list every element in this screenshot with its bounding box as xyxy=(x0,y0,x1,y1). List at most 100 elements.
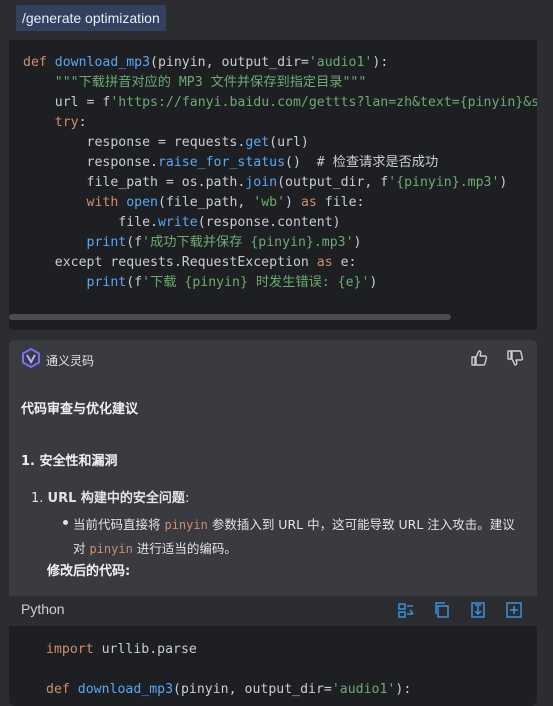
code-token: 'wb' xyxy=(253,195,286,210)
code-token: '下载 {pinyin} 时发生错误: {e}' xyxy=(142,275,370,290)
diff-icon[interactable] xyxy=(397,601,415,619)
item-number: 1. xyxy=(31,491,44,506)
code-token: ) xyxy=(285,195,301,210)
command-area: /generate optimization xyxy=(0,0,553,40)
logo-icon xyxy=(22,348,40,368)
code-line: except requests.RequestException as e: xyxy=(23,253,537,273)
code-token: """下载拼音对应的 MP3 文件并保存到指定目录""" xyxy=(54,75,367,90)
code-token: '成功下载并保存 {pinyin}.mp3' xyxy=(142,235,354,250)
code-token: url = xyxy=(23,95,103,110)
code-token: 'audio1' xyxy=(308,55,373,70)
code-line: def download_mp3(pinyin, output_dir='aud… xyxy=(46,680,411,700)
code-token: 'https://fanyi.baidu.com/gettts?lan=zh&t… xyxy=(110,95,537,110)
code-token: raise_for_status xyxy=(157,155,286,170)
bullet-text-segment: 进行适当的编码。 xyxy=(132,541,237,556)
code-line: print(f'下载 {pinyin} 时发生错误: {e}') xyxy=(23,273,537,293)
code-token: 'audio1' xyxy=(331,682,396,697)
copy-icon[interactable] xyxy=(433,601,451,619)
code-line: print(f'成功下载并保存 {pinyin}.mp3') xyxy=(23,233,537,253)
response-title: 代码审查与优化建议 xyxy=(21,402,139,417)
code-token: (url) xyxy=(269,135,309,150)
bullet-text-segment: 当前代码直接将 xyxy=(73,517,165,532)
code-token: '{pinyin}.mp3' xyxy=(388,175,500,190)
code-token: as xyxy=(300,195,325,210)
code-token: except requests.RequestException xyxy=(23,255,317,270)
code-token: join xyxy=(245,175,278,190)
assistant-response-card: 通义灵码 代码审查与优化建议 1. 安全性和漏洞 1. URL 构建中的安全问题… xyxy=(9,340,537,706)
code-token: (pinyin, output_dir= xyxy=(173,682,332,697)
code-token: print xyxy=(86,235,127,250)
code-token: ) xyxy=(353,235,362,250)
code-token: (f xyxy=(126,275,143,290)
code-line: """下载拼音对应的 MP3 文件并保存到指定目录""" xyxy=(23,73,537,93)
code-line: def download_mp3(pinyin, output_dir='aud… xyxy=(23,53,537,73)
suggested-code-block: Python import urllib.parse def download_m… xyxy=(9,596,537,706)
code-token: : xyxy=(78,115,87,130)
code-token: () # 检查请求是否成功 xyxy=(285,155,439,170)
code-token: print xyxy=(86,275,127,290)
code-token: as xyxy=(316,255,341,270)
user-code-block: def download_mp3(pinyin, output_dir='aud… xyxy=(9,40,537,330)
code-line: file_path = os.path.join(output_dir, f'{… xyxy=(23,173,537,193)
code-token: with xyxy=(86,195,127,210)
item-colon: : xyxy=(184,491,190,506)
section-heading: 1. 安全性和漏洞 xyxy=(21,454,118,469)
inline-code: pinyin xyxy=(89,542,133,556)
code-token: urllib.parse xyxy=(101,642,197,657)
thumbs-down-icon[interactable] xyxy=(505,348,525,368)
code-token: ) xyxy=(369,275,378,290)
code-token: (pinyin, output_dir= xyxy=(150,55,309,70)
code-token: try xyxy=(54,115,79,130)
code-lines: def download_mp3(pinyin, output_dir='aud… xyxy=(23,53,537,293)
code-token: (file_path, xyxy=(158,195,254,210)
code-token: write xyxy=(157,215,198,230)
code-line: import urllib.parse xyxy=(46,640,411,660)
code-lines: import urllib.parse def download_mp3(piny… xyxy=(46,640,411,700)
code-line: try: xyxy=(23,113,537,133)
code-line: url = f'https://fanyi.baidu.com/gettts?l… xyxy=(23,93,537,113)
new-file-icon[interactable] xyxy=(505,601,523,619)
code-token: ): xyxy=(395,682,412,697)
insert-icon[interactable] xyxy=(469,601,487,619)
code-block-header: Python xyxy=(9,596,537,626)
code-token: def xyxy=(46,682,78,697)
code-line: response.raise_for_status() # 检查请求是否成功 xyxy=(23,153,537,173)
code-token: download_mp3 xyxy=(77,682,174,697)
code-line: with open(file_path, 'wb') as file: xyxy=(23,193,537,213)
code-token: file: xyxy=(324,195,365,210)
code-token: e: xyxy=(340,255,357,270)
code-token: file_path = os.path. xyxy=(23,175,246,190)
code-token: def xyxy=(23,55,55,70)
code-token: import xyxy=(46,642,102,657)
command-chip[interactable]: /generate optimization xyxy=(16,5,166,31)
code-token: open xyxy=(126,195,158,210)
code-token: response = requests. xyxy=(23,135,246,150)
modified-code-label: 修改后的代码: xyxy=(47,564,131,579)
code-token: get xyxy=(245,135,270,150)
language-label: Python xyxy=(21,601,65,617)
inline-code: pinyin xyxy=(164,518,208,532)
code-line: response = requests.get(url) xyxy=(23,133,537,153)
code-token: file. xyxy=(23,215,158,230)
code-token: response. xyxy=(23,155,158,170)
code-token: ) xyxy=(499,175,508,190)
item-title: URL 构建中的安全问题 xyxy=(47,491,185,506)
bullet-text: 当前代码直接将 pinyin 参数插入到 URL 中，这可能导致 URL 注入攻… xyxy=(73,513,523,561)
code-token: ): xyxy=(372,55,389,70)
code-token: (response.content) xyxy=(197,215,341,230)
code-token: download_mp3 xyxy=(54,55,151,70)
horizontal-scrollbar[interactable] xyxy=(9,314,451,320)
bullet-dot xyxy=(63,520,68,525)
card-header: 通义灵码 xyxy=(9,340,537,380)
brand-name: 通义灵码 xyxy=(46,354,95,368)
code-token: (output_dir, f xyxy=(277,175,389,190)
thumbs-up-icon[interactable] xyxy=(469,348,489,368)
numbered-item: 1. URL 构建中的安全问题: xyxy=(31,487,189,506)
code-line: file.write(response.content) xyxy=(23,213,537,233)
